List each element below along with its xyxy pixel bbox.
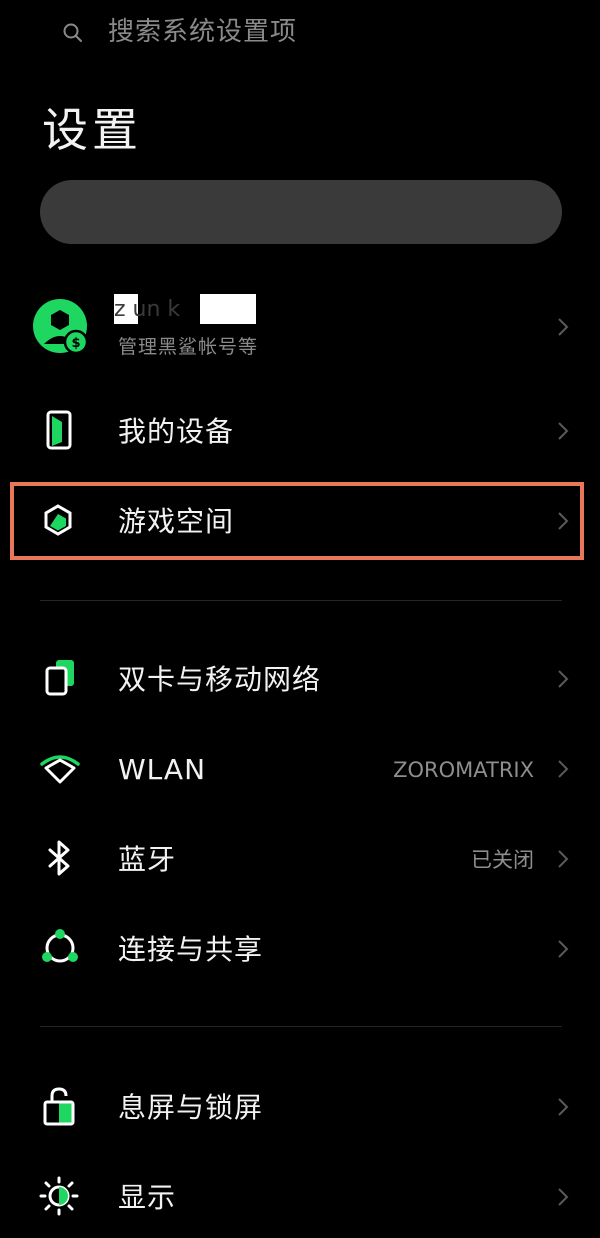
settings-item-label: 显示 <box>118 1181 177 1214</box>
lock-icon <box>43 1087 75 1126</box>
chevron-right-icon <box>558 940 569 958</box>
share-connection-icon <box>42 929 78 963</box>
page-title: 设置 <box>42 103 142 157</box>
svg-text:$: $ <box>71 336 80 351</box>
device-icon <box>46 410 72 450</box>
divider <box>40 600 562 601</box>
chevron-right-icon <box>558 318 569 336</box>
search-bar[interactable] <box>40 180 562 244</box>
settings-item-dual-sim[interactable]: 双卡与移动网络 <box>0 640 600 720</box>
chevron-right-icon <box>558 670 569 688</box>
bluetooth-icon <box>48 840 70 876</box>
wifi-icon <box>40 755 80 784</box>
sim-card-icon <box>45 660 74 696</box>
settings-item-label: 双卡与移动网络 <box>118 663 322 696</box>
bluetooth-status: 已关闭 <box>471 848 534 872</box>
settings-item-wlan[interactable]: WLAN ZOROMATRIX <box>0 730 600 810</box>
settings-item-bluetooth[interactable]: 蓝牙 已关闭 <box>0 820 600 900</box>
divider <box>40 1026 562 1027</box>
chevron-right-icon <box>558 1098 569 1116</box>
search-input[interactable]: 搜索系统设置项 <box>108 16 297 48</box>
settings-item-connection-sharing[interactable]: 连接与共享 <box>0 910 600 990</box>
search-icon <box>63 23 82 42</box>
settings-item-lock-screen[interactable]: 息屏与锁屏 <box>0 1068 600 1148</box>
wifi-network-name: ZOROMATRIX <box>393 758 534 782</box>
account-row[interactable]: $ z un k 管理黑鲨帐号等 <box>0 288 600 372</box>
settings-item-display[interactable]: 显示 <box>0 1158 600 1238</box>
brightness-icon <box>39 1176 79 1216</box>
account-name: z un k <box>114 294 264 324</box>
settings-item-label: 连接与共享 <box>118 933 264 966</box>
chevron-right-icon <box>558 1188 569 1206</box>
chevron-right-icon <box>558 422 569 440</box>
account-subtitle: 管理黑鲨帐号等 <box>118 336 259 358</box>
highlight-box <box>10 482 584 560</box>
settings-item-my-device[interactable]: 我的设备 <box>0 392 600 472</box>
settings-item-label: 蓝牙 <box>118 843 177 876</box>
settings-item-label: 我的设备 <box>118 415 235 448</box>
avatar: $ <box>33 299 88 354</box>
settings-item-label: WLAN <box>118 753 207 786</box>
chevron-right-icon <box>558 850 569 868</box>
chevron-right-icon <box>558 760 569 778</box>
settings-item-label: 息屏与锁屏 <box>118 1091 264 1124</box>
